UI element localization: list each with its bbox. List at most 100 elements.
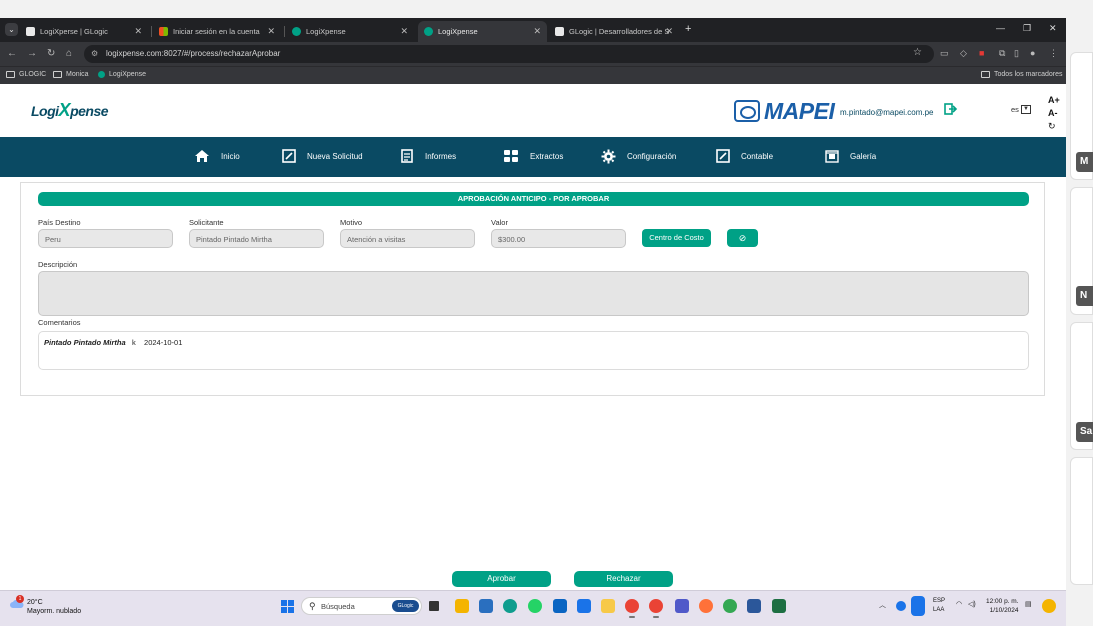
tab-iniciar-sesion[interactable]: Iniciar sesión en la cuenta ✕ [153, 21, 281, 42]
tab-glogic-dev[interactable]: GLogic | Desarrolladores de Sof ✕ [549, 21, 679, 42]
tray-overflow-icon[interactable]: ︿ [879, 600, 886, 610]
onedrive-icon[interactable] [896, 601, 906, 611]
window-close-icon[interactable]: ✕ [1049, 23, 1057, 34]
profile-icon[interactable]: ● [1030, 48, 1035, 58]
close-icon[interactable]: ✕ [533, 26, 541, 37]
back-icon[interactable]: ← [7, 48, 17, 59]
descripcion-textarea[interactable] [38, 271, 1029, 316]
extension-icon[interactable]: ◇ [960, 48, 967, 59]
tab-search-button[interactable]: ⌄ [5, 23, 18, 36]
input-language[interactable]: ESP LAA [933, 597, 945, 615]
task-view-icon[interactable] [429, 601, 439, 611]
remote-desktop-icon[interactable] [747, 599, 761, 613]
font-reset-button[interactable]: ↻ [1048, 121, 1056, 132]
close-icon[interactable]: ✕ [134, 26, 142, 37]
motivo-field[interactable]: Atención a visitas [340, 229, 475, 248]
logout-icon[interactable] [944, 103, 958, 115]
taskbar-search[interactable]: ⚲ Búsqueda GLogic [301, 597, 422, 615]
folder-icon [53, 71, 62, 78]
sticky-notes-icon[interactable] [601, 599, 615, 613]
start-button[interactable] [281, 600, 294, 613]
nav-item-contable[interactable]: Contable [716, 149, 773, 163]
weather-widget[interactable]: 20°C Mayorm. nublado [27, 598, 81, 616]
close-icon[interactable]: ✕ [400, 26, 408, 37]
minimize-icon[interactable]: — [996, 23, 1005, 33]
whatsapp-icon[interactable] [528, 599, 542, 613]
nav-item-extractos[interactable]: Extractos [503, 149, 563, 163]
pais-field[interactable]: Peru [38, 229, 173, 248]
wifi-icon[interactable]: ◠ [956, 600, 962, 608]
file-explorer-icon[interactable] [455, 599, 469, 613]
url-input[interactable]: ⚙ logixpense.com:8027/#/process/rechazar… [84, 45, 934, 63]
nav-label: Informes [425, 151, 457, 161]
logixpense-favicon-icon [292, 27, 301, 36]
bookmark-monica[interactable]: Monica [53, 71, 89, 78]
aprobar-button[interactable]: Aprobar [452, 571, 551, 587]
side-badge[interactable]: M [1076, 152, 1093, 172]
nav-label: Contable [741, 151, 774, 161]
tab-logixperse[interactable]: LogiXperse | GLogic ✕ [20, 21, 148, 42]
new-tab-button[interactable]: + [685, 23, 691, 35]
nav-item-informes[interactable]: Informes [400, 149, 456, 163]
taskbar: 1 20°C Mayorm. nublado ⚲ Búsqueda GLogic… [0, 590, 1066, 626]
sidebar-icon[interactable]: ▯ [1014, 48, 1019, 59]
bookmark-glogic[interactable]: GLOGIC [6, 71, 46, 78]
puzzle-icon[interactable]: ⧉ [999, 48, 1005, 59]
home-icon[interactable]: ⌂ [66, 48, 72, 59]
side-card[interactable] [1070, 457, 1093, 585]
copilot-icon[interactable] [1042, 599, 1056, 613]
comment-item: Pintado Pintado Mirtha k 2024-10-01 [44, 338, 182, 347]
clock[interactable]: 12:00 p. m. 1/10/2024 [986, 597, 1019, 615]
close-icon[interactable]: ✕ [665, 26, 673, 37]
excel-icon[interactable] [772, 599, 786, 613]
more-menu-icon[interactable]: ⋮ [1049, 48, 1058, 59]
edge-icon[interactable] [503, 599, 517, 613]
volume-icon[interactable]: ◁) [968, 600, 976, 608]
logixpense-logo[interactable]: LogiXpense [31, 100, 109, 121]
all-bookmarks[interactable]: Todos los marcadores [981, 71, 1062, 78]
chrome-profile-icon[interactable] [649, 599, 663, 618]
outlook-icon[interactable] [553, 599, 567, 613]
forward-icon[interactable]: → [27, 48, 37, 59]
comment-date: 2024-10-01 [144, 338, 183, 347]
tab-logixpense-active[interactable]: LogiXpense ✕ [418, 21, 547, 42]
logixpense-favicon-icon [98, 71, 105, 78]
valor-field[interactable]: $300.00 [491, 229, 626, 248]
language-select[interactable]: es ▼ [1011, 105, 1031, 114]
side-badge[interactable]: N [1076, 286, 1093, 306]
rechazar-button[interactable]: Rechazar [574, 571, 673, 587]
nav-item-galeria[interactable]: Galería [825, 149, 876, 163]
gmail-extension-icon[interactable]: ■ [979, 48, 984, 58]
solicitante-field[interactable]: Pintado Pintado Mirtha [189, 229, 324, 248]
firefox-icon[interactable] [699, 599, 713, 613]
nav-item-configuracion[interactable]: Configuración [601, 149, 676, 164]
site-info-icon[interactable]: ⚙ [91, 49, 98, 58]
side-badge[interactable]: Sa [1076, 422, 1093, 442]
comment-text: k [131, 338, 136, 347]
microsoft-icon [159, 27, 168, 36]
restore-icon[interactable]: ❐ [1023, 23, 1031, 34]
font-increase-button[interactable]: A+ [1048, 95, 1060, 105]
cast-icon[interactable]: ▭ [940, 48, 949, 59]
chrome-icon[interactable] [625, 599, 639, 618]
close-icon[interactable]: ✕ [267, 26, 275, 37]
nav-item-nueva-solicitud[interactable]: Nueva Solicitud [282, 149, 363, 163]
notes-icon[interactable] [577, 599, 591, 613]
comentarios-list: Pintado Pintado Mirtha k 2024-10-01 [38, 331, 1029, 370]
chrome-alt-icon[interactable] [723, 599, 737, 613]
notification-icon[interactable]: ▤ [1025, 600, 1032, 608]
bookmark-logixpense[interactable]: LogiXpense [98, 71, 146, 78]
teams-icon[interactable] [675, 599, 689, 613]
store-icon[interactable] [479, 599, 493, 613]
tab-logixpense-1[interactable]: LogiXpense ✕ [286, 21, 414, 42]
nav-item-inicio[interactable]: Inicio [194, 149, 240, 163]
user-email: m.pintado@mapei.com.pe [840, 108, 934, 117]
motivo-label: Motivo [340, 218, 363, 227]
font-decrease-button[interactable]: A- [1048, 108, 1058, 118]
microphone-icon[interactable] [911, 596, 925, 616]
reload-icon[interactable]: ↻ [47, 48, 55, 59]
attachment-button[interactable]: ⊘ [727, 229, 758, 247]
logo-part: Logi [31, 103, 59, 119]
centro-costo-button[interactable]: Centro de Costo [642, 229, 711, 247]
bookmark-star-icon[interactable]: ☆ [913, 47, 922, 58]
